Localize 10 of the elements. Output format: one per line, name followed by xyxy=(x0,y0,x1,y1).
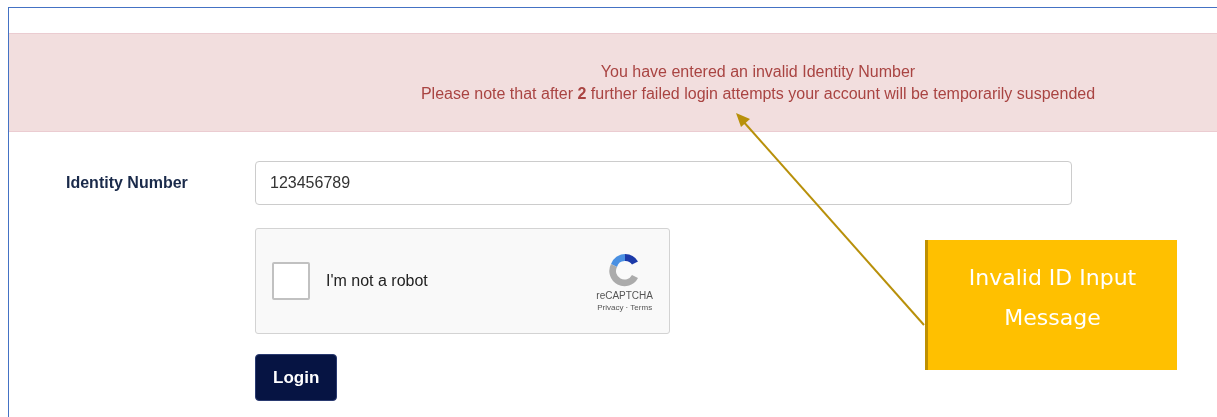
alert-text: You have entered an invalid Identity Number xyxy=(600,62,916,81)
captcha-links[interactable]: Privacy · Terms xyxy=(597,303,653,312)
identity-number-field[interactable]: 123456789 xyxy=(255,161,1072,205)
captcha-brand: reCAPTCHA xyxy=(596,290,653,301)
captcha-checkbox[interactable] xyxy=(272,262,310,300)
callout-note: Invalid ID Input Message xyxy=(925,240,1177,370)
login-button[interactable]: Login xyxy=(255,354,338,401)
field-label: Identity Number xyxy=(65,174,189,192)
captcha-label: I'm not a robot xyxy=(326,272,429,290)
alert-text: Please note that after 2 further failed login attempts your account will be temporarily suspended xyxy=(420,84,1096,103)
